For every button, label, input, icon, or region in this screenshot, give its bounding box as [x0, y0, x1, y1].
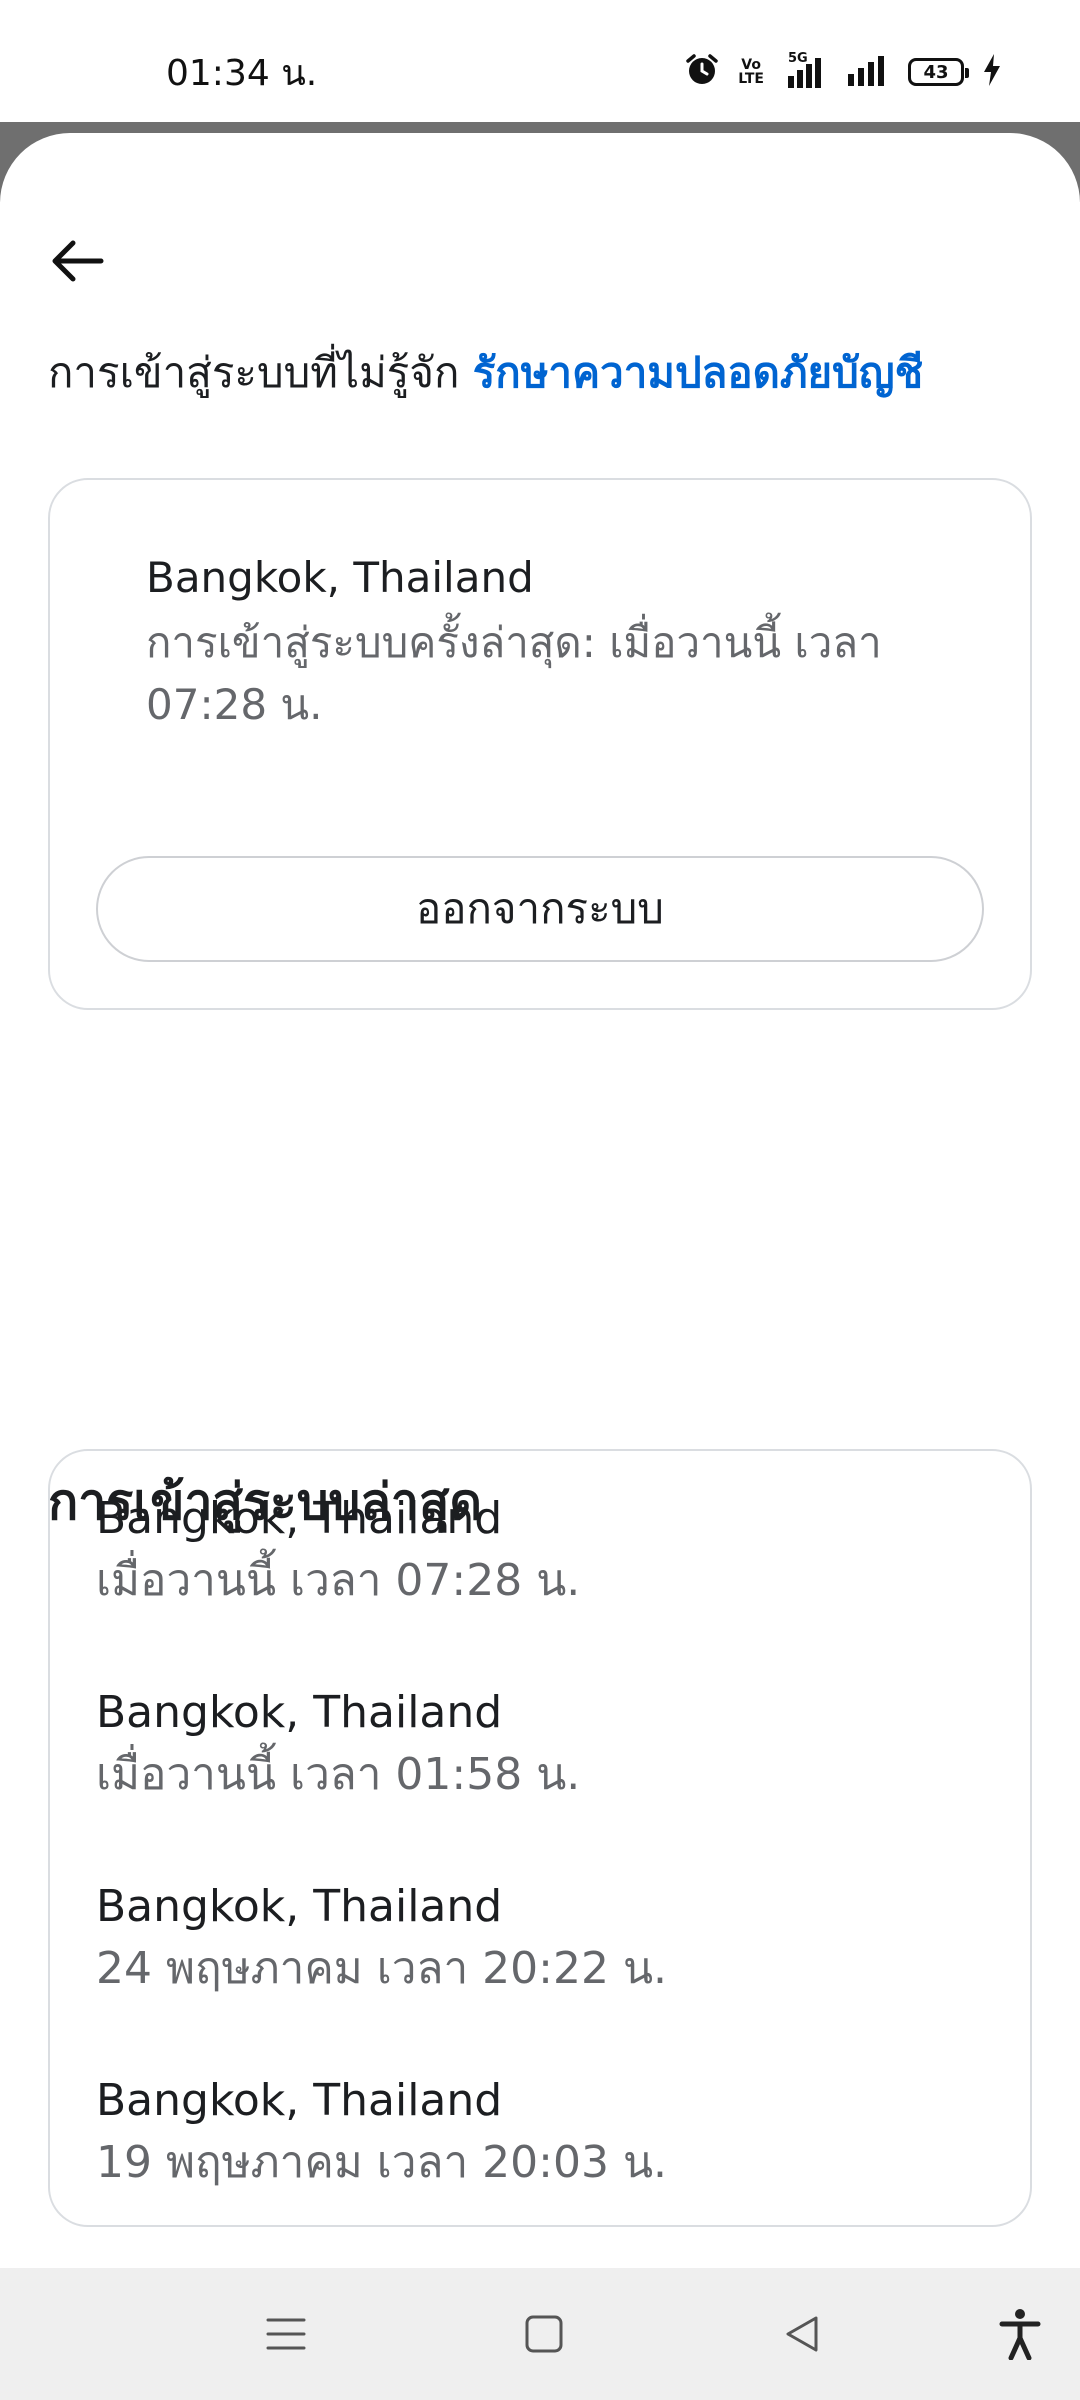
login-time: 19 พฤษภาคม เวลา 20:03 น.: [96, 2137, 668, 2188]
login-time: เมื่อวานนี้ เวลา 01:58 น.: [96, 1749, 581, 1800]
arrow-left-icon: [52, 240, 104, 282]
intro-text: การเข้าสู่ระบบที่ไม่รู้จัก: [48, 348, 473, 397]
volte-icon: Vo LTE: [738, 57, 764, 87]
login-time: เมื่อวานนี้ เวลา 07:28 น.: [96, 1555, 581, 1606]
logout-button[interactable]: ออกจากระบบ: [96, 856, 984, 962]
navigation-bar: [0, 2268, 1080, 2400]
current-session-card: Bangkok, Thailand การเข้าสู่ระบบครั้งล่า…: [48, 478, 1032, 1010]
login-location: Bangkok, Thailand: [96, 1881, 503, 1932]
login-location: Bangkok, Thailand: [96, 1493, 503, 1544]
status-time: 01:34 น.: [166, 53, 318, 94]
status-bar: 01:34 น. Vo LTE 5G 43: [0, 0, 1080, 122]
back-triangle-icon[interactable]: [772, 2304, 832, 2364]
recent-logins-list: Bangkok, Thailand เมื่อวานนี้ เวลา 07:28…: [48, 1449, 1032, 2227]
list-item[interactable]: Bangkok, Thailand เมื่อวานนี้ เวลา 07:28…: [96, 1489, 996, 1613]
signal-5g-icon: 5G: [782, 50, 828, 94]
login-time: 24 พฤษภาคม เวลา 20:22 น.: [96, 1943, 668, 1994]
status-icons: Vo LTE 5G 43: [684, 50, 1002, 94]
list-item[interactable]: Bangkok, Thailand 24 พฤษภาคม เวลา 20:22 …: [96, 1877, 996, 2001]
secure-account-link[interactable]: รักษาความปลอดภัยบัญชี: [473, 348, 923, 397]
signal-icon: [846, 52, 890, 92]
charging-icon: [982, 52, 1002, 92]
accessibility-icon[interactable]: [990, 2304, 1050, 2364]
list-item[interactable]: Bangkok, Thailand เมื่อวานนี้ เวลา 01:58…: [96, 1683, 996, 1807]
svg-text:5G: 5G: [788, 51, 808, 66]
menu-icon[interactable]: [256, 2304, 316, 2364]
unrecognized-login-text: การเข้าสู่ระบบที่ไม่รู้จัก รักษาความปลอด…: [48, 343, 1048, 403]
back-button[interactable]: [42, 226, 112, 296]
session-last-login: การเข้าสู่ระบบครั้งล่าสุด: เมื่อวานนี้ เ…: [146, 618, 882, 729]
login-location: Bangkok, Thailand: [96, 2075, 503, 2126]
login-location: Bangkok, Thailand: [96, 1687, 503, 1738]
list-item[interactable]: Bangkok, Thailand 19 พฤษภาคม เวลา 20:03 …: [96, 2071, 996, 2195]
alarm-icon: [684, 52, 720, 92]
home-square-icon[interactable]: [514, 2304, 574, 2364]
session-location: Bangkok, Thailand: [146, 553, 534, 602]
battery-icon: 43: [908, 58, 969, 86]
